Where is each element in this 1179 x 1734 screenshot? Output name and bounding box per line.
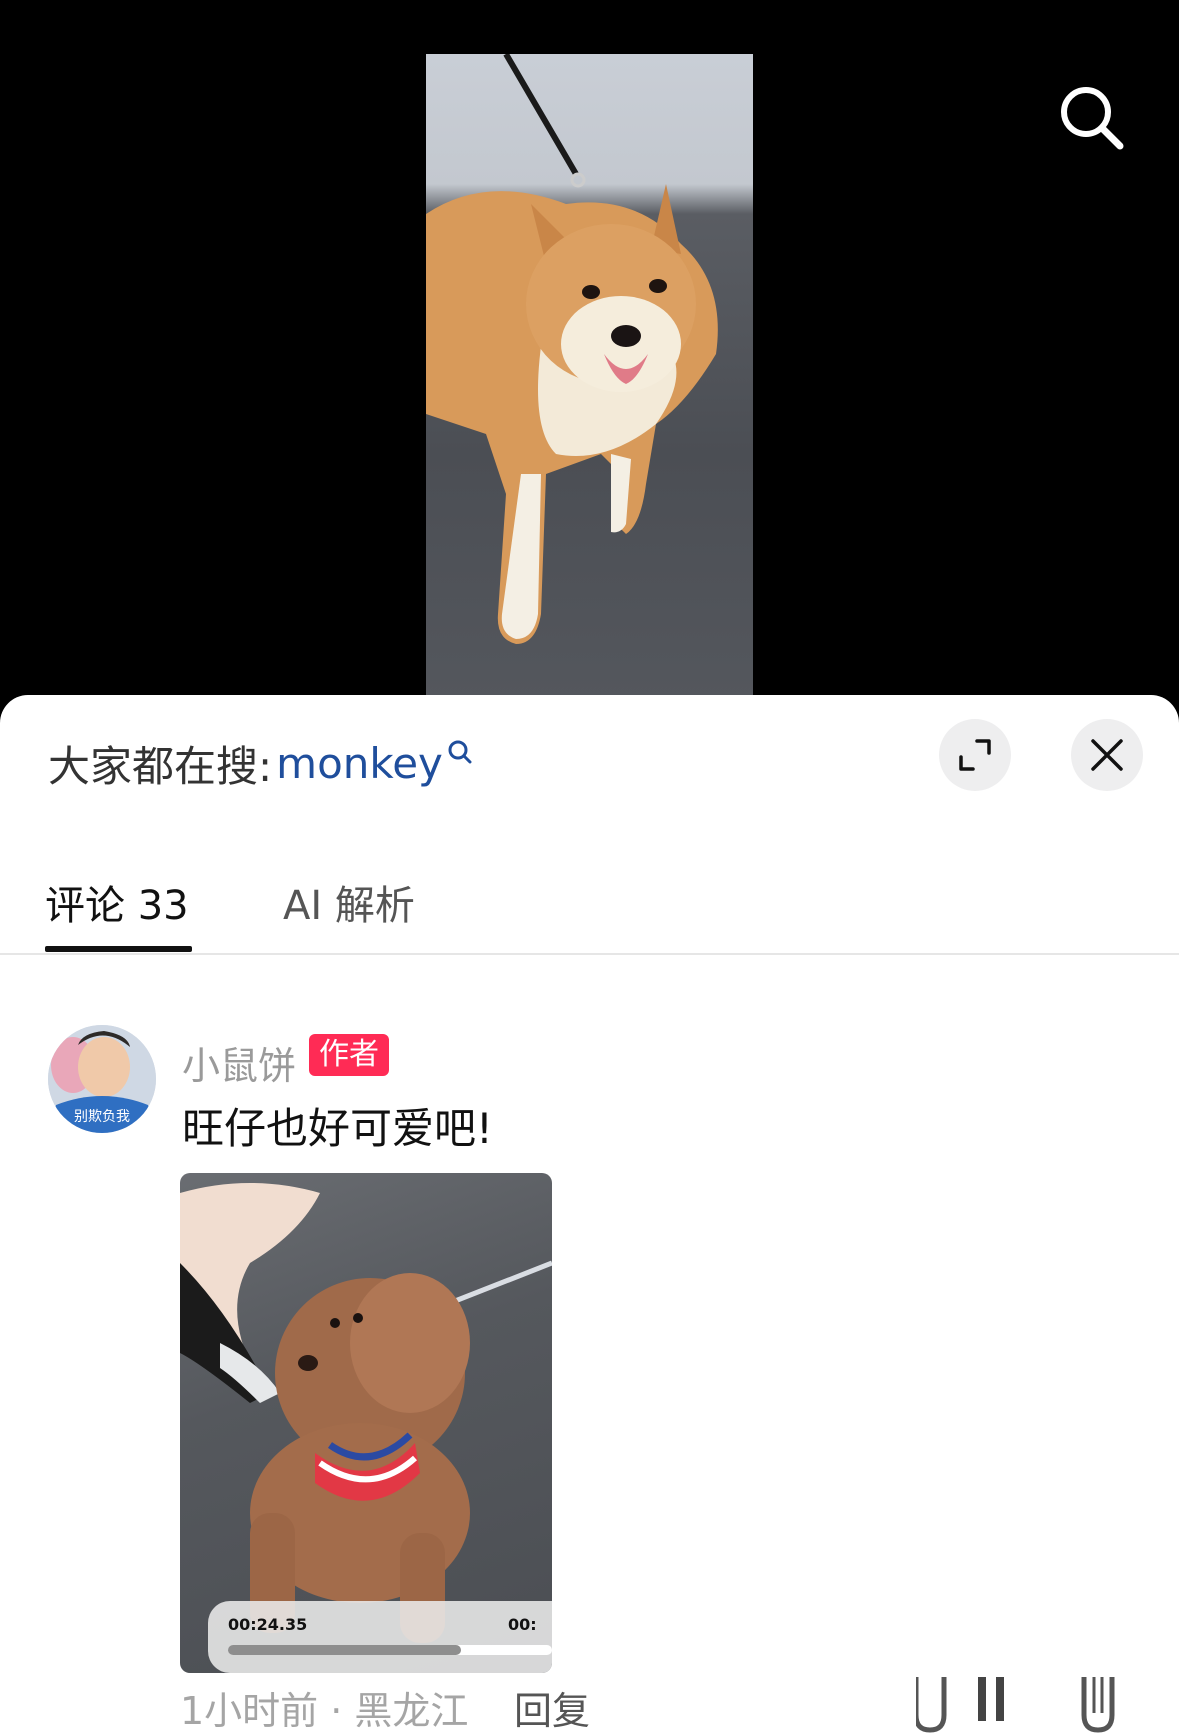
video-progress-track[interactable] [228,1645,552,1655]
search-icon [1061,87,1124,150]
search-button[interactable] [1056,82,1128,154]
hot-search-suggestion[interactable]: 大家都在搜: monkey [48,733,473,793]
video-progress-fill [228,1645,462,1655]
tab-ai-analysis[interactable]: AI 解析 [283,873,415,931]
avatar-image: 别欺负我 [48,1025,156,1133]
tab-comments[interactable]: 评论 33 [45,873,189,931]
reply-button[interactable]: 回复 [514,1680,590,1734]
hot-search-keyword[interactable]: monkey [276,739,443,788]
video-player[interactable] [0,0,1179,700]
author-badge: 作者 [309,1034,389,1076]
video-thumbnail[interactable] [426,54,753,700]
close-button[interactable] [1071,719,1143,791]
tab-bar: 评论 33 AI 解析 [0,845,1179,955]
comment-meta: 1小时前 · 黑龙江 [180,1689,469,1733]
expand-icon [959,739,991,771]
active-tab-indicator [45,946,192,952]
poodle-image [180,1183,552,1643]
comment-video-thumbnail[interactable]: 00:24.35 00: [180,1173,552,1673]
shiba-dog-image [426,54,718,644]
close-icon [1091,739,1123,771]
comment-author-name[interactable]: 小鼠饼 [182,1035,296,1090]
video-progress-overlay[interactable]: 00:24.35 00: [208,1601,552,1673]
hot-search-prefix: 大家都在搜: [48,741,273,791]
comment-actions [913,1675,1136,1734]
avatar[interactable]: 别欺负我 [48,1025,156,1133]
search-icon [448,740,472,764]
expand-button[interactable] [939,719,1011,791]
video-current-time: 00:24.35 [228,1615,308,1634]
comment-text: 旺仔也好可爱吧! [182,1104,493,1153]
video-next-time: 00: [508,1615,537,1634]
comment-item: 别欺负我 小鼠饼 作者 旺仔也好可爱吧! 00:24.35 00: 1小时前 ·… [0,1025,1179,1734]
like-icons-partial[interactable] [913,1675,1136,1734]
avatar-caption: 别欺负我 [74,1109,130,1125]
comment-sheet: 大家都在搜: monkey 评论 33 AI 解析 别欺负我 小鼠饼 作者 旺仔… [0,695,1179,1734]
